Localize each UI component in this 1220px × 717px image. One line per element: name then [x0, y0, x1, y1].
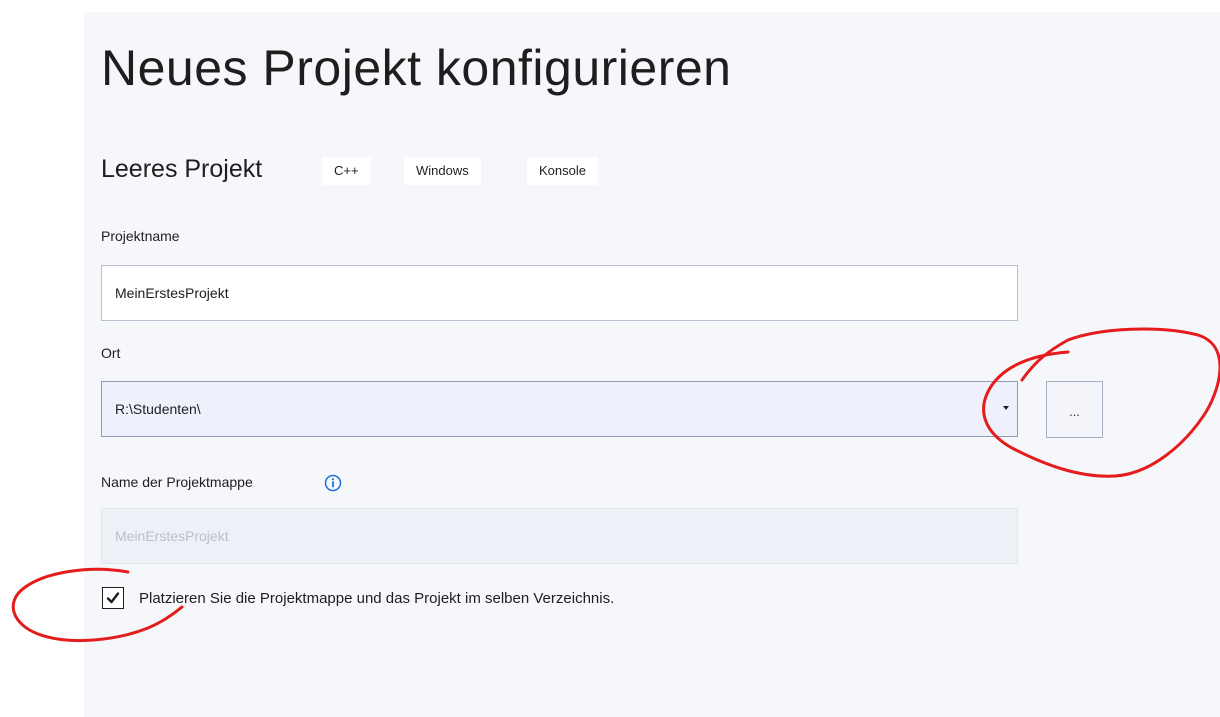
same-directory-label[interactable]: Platzieren Sie die Projektmappe und das …	[139, 590, 614, 607]
tag-konsole: Konsole	[527, 157, 598, 185]
page-title: Neues Projekt konfigurieren	[101, 40, 732, 96]
same-directory-checkbox[interactable]	[102, 587, 124, 609]
dialog-panel	[84, 12, 1220, 717]
info-icon[interactable]	[324, 474, 342, 492]
location-combobox[interactable]: R:\Studenten\	[101, 381, 1018, 437]
dropdown-arrow-icon[interactable]	[1003, 406, 1009, 410]
project-name-input[interactable]: MeinErstesProjekt	[101, 265, 1018, 321]
tag-cpp: C++	[322, 157, 371, 185]
solution-name-label: Name der Projektmappe	[101, 474, 253, 490]
tag-windows: Windows	[404, 157, 481, 185]
solution-name-input[interactable]: MeinErstesProjekt	[101, 508, 1018, 564]
browse-button[interactable]: ...	[1046, 381, 1103, 438]
location-label: Ort	[101, 345, 121, 361]
screenshot-canvas: Neues Projekt konfigurieren Leeres Proje…	[0, 0, 1220, 717]
checkmark-icon	[106, 592, 120, 604]
template-name: Leeres Projekt	[101, 155, 263, 183]
project-name-label: Projektname	[101, 228, 180, 244]
location-value: R:\Studenten\	[115, 401, 201, 417]
